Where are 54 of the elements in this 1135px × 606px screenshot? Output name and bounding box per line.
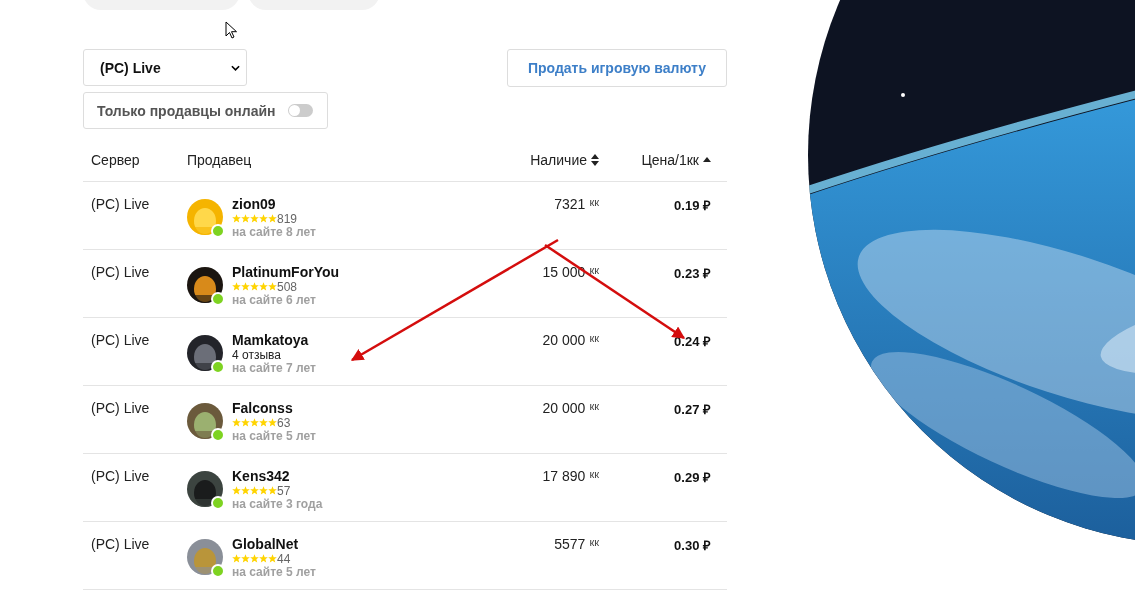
quantity: 20 000 — [542, 400, 586, 416]
quantity: 17 890 — [542, 468, 586, 484]
seller-name[interactable]: GlobalNet — [232, 537, 316, 552]
cursor-icon — [225, 21, 237, 39]
toggle-switch[interactable] — [287, 104, 313, 117]
seller-tenure: на сайте 6 лет — [232, 293, 317, 307]
review-count: 44 — [277, 551, 291, 566]
sort-icon — [591, 154, 599, 166]
price: 0.23 ₽ — [673, 265, 712, 283]
table-cell-text: (PC) Live — [90, 331, 151, 350]
column-header: Цена/1кк — [641, 152, 699, 168]
review-count: 819 — [277, 211, 298, 226]
seller-tenure: на сайте 7 лет — [232, 361, 316, 375]
price: 0.19 ₽ — [673, 197, 712, 215]
column-header: Сервер — [91, 152, 140, 168]
unit-label: кк — [589, 332, 599, 344]
column-header: Продавец — [187, 152, 252, 168]
quantity: 20 000 — [542, 332, 586, 348]
seller-name[interactable]: PlatinumForYou — [232, 265, 340, 280]
select-value: (PC) Live — [100, 59, 161, 76]
seller-name[interactable]: Falconss — [232, 401, 316, 416]
seller-tenure: на сайте 8 лет — [232, 225, 316, 239]
seller-name[interactable]: Kens342 — [232, 469, 323, 484]
unit-label: кк — [589, 196, 599, 208]
seller-tenure: на сайте 5 лет — [232, 429, 316, 443]
unit-label: кк — [589, 264, 599, 276]
table-cell-text: (PC) Live — [90, 467, 151, 486]
price: 0.24 ₽ — [673, 333, 712, 351]
unit-label: кк — [589, 400, 599, 412]
quantity: 7321 — [554, 196, 586, 212]
quantity: 15 000 — [542, 264, 586, 280]
seller-tenure: на сайте 5 лет — [232, 565, 316, 579]
unit-label: кк — [589, 468, 599, 480]
column-header: Наличие — [530, 152, 587, 168]
review-count: 4 отзыва — [232, 347, 281, 362]
price: 0.29 ₽ — [673, 469, 712, 487]
table-cell-text: (PC) Live — [90, 195, 151, 214]
seller-name[interactable]: Mamkatoya — [232, 333, 316, 348]
seller-tenure: на сайте 3 года — [232, 497, 323, 511]
review-count: 57 — [277, 483, 291, 498]
price: 0.27 ₽ — [673, 401, 712, 419]
server-select[interactable]: (PC) Live — [83, 49, 247, 86]
chevron-icon — [231, 64, 240, 71]
quantity: 5577 — [554, 536, 586, 552]
review-count: 508 — [277, 279, 298, 294]
table-cell-text: (PC) Live — [90, 263, 151, 282]
table-cell-text: (PC) Live — [90, 399, 151, 418]
sell-button[interactable]: Продать игровую валюту — [507, 49, 727, 87]
unit-label: кк — [589, 536, 599, 548]
review-count: 63 — [277, 415, 291, 430]
seller-name[interactable]: zion09 — [232, 197, 316, 212]
price: 0.30 ₽ — [673, 537, 712, 555]
filter-label: Только продавцы онлайн — [97, 102, 276, 119]
table-cell-text: (PC) Live — [90, 535, 151, 554]
